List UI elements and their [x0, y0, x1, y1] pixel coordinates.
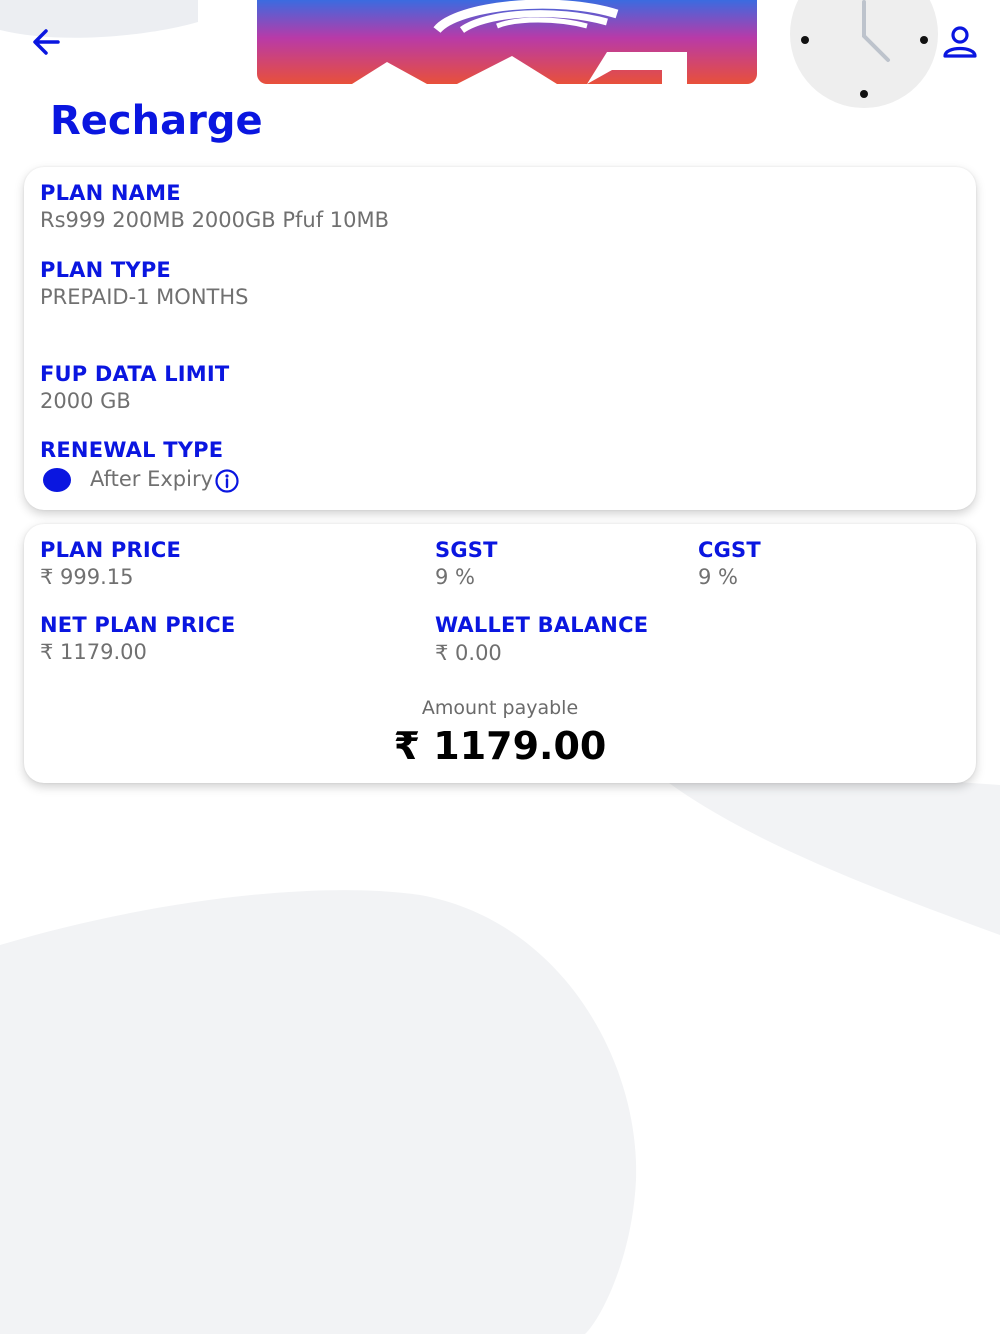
sgst-value: 9 % [435, 565, 475, 589]
plan-details-card: PLAN NAME Rs999 200MB 2000GB Pfuf 10MB P… [24, 167, 976, 510]
plan-type-label: PLAN TYPE [40, 258, 171, 282]
cgst-value: 9 % [698, 565, 738, 589]
plan-type-value: PREPAID-1 MONTHS [40, 285, 249, 309]
plan-name-label: PLAN NAME [40, 181, 181, 205]
arrow-left-icon [33, 29, 60, 55]
pricing-card: PLAN PRICE ₹ 999.15 SGST 9 % CGST 9 % NE… [24, 524, 976, 783]
renewal-option-label: After Expiry [90, 467, 214, 491]
user-icon [943, 26, 977, 58]
renewal-type-label: RENEWAL TYPE [40, 438, 224, 462]
plan-price-value: ₹ 999.15 [40, 565, 134, 589]
renewal-radio-button[interactable] [43, 468, 71, 492]
amount-payable-value: ₹ 1179.00 [393, 724, 607, 768]
page-title: Recharge [50, 98, 263, 144]
sgst-label: SGST [435, 538, 498, 562]
wallet-balance-label: WALLET BALANCE [435, 613, 649, 637]
net-plan-price-value: ₹ 1179.00 [40, 640, 147, 664]
cgst-label: CGST [698, 538, 761, 562]
back-button[interactable] [28, 24, 68, 60]
brand-logo [257, 0, 757, 84]
top-bar [0, 0, 1000, 110]
fup-data-limit-label: FUP DATA LIMIT [40, 362, 230, 386]
profile-button[interactable] [940, 24, 980, 60]
clock-icon [790, 0, 938, 108]
info-icon[interactable] [214, 468, 240, 494]
net-plan-price-label: NET PLAN PRICE [40, 613, 236, 637]
plan-price-label: PLAN PRICE [40, 538, 182, 562]
fup-data-limit-value: 2000 GB [40, 389, 131, 413]
wallet-balance-value: ₹ 0.00 [435, 641, 502, 665]
amount-payable-label: Amount payable [421, 697, 579, 719]
plan-name-value: Rs999 200MB 2000GB Pfuf 10MB [40, 208, 390, 232]
